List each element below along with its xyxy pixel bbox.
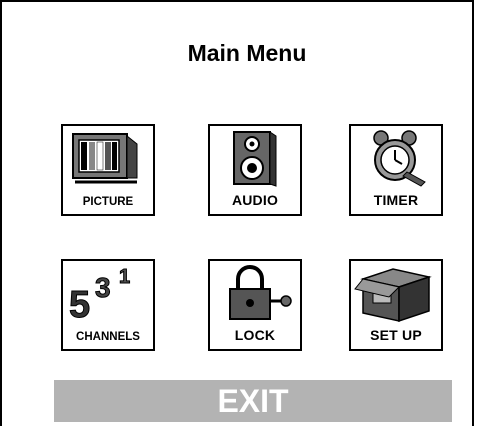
channel-numbers-icon: 5 3 1 [69, 266, 131, 324]
picture-label: PICTURE [82, 196, 134, 208]
page-title: Main Menu [187, 40, 307, 66]
picture-menu-button[interactable]: PICTURE [61, 124, 155, 216]
alarm-clock-icon [373, 130, 426, 187]
channel-numeral-3: 3 [95, 272, 111, 303]
box-icon [354, 268, 432, 323]
channel-numeral-1: 1 [119, 266, 130, 288]
audio-label: AUDIO [231, 192, 279, 208]
exit-button[interactable]: EXIT [54, 380, 452, 422]
audio-menu-button[interactable]: AUDIO [208, 124, 302, 216]
channel-numeral-5: 5 [69, 284, 90, 323]
lock-label: LOCK [234, 327, 276, 343]
setup-label: SET UP [370, 327, 422, 343]
speaker-icon [233, 131, 277, 187]
setup-menu-button[interactable]: SET UP [349, 259, 443, 351]
channels-menu-button[interactable]: 5 3 1 CHANNELS [61, 259, 155, 351]
timer-label: TIMER [373, 192, 419, 208]
lock-menu-button[interactable]: LOCK [208, 259, 302, 351]
timer-menu-button[interactable]: TIMER [349, 124, 443, 216]
tv-icon [72, 133, 138, 184]
padlock-icon [229, 265, 292, 320]
channels-label: CHANNELS [76, 331, 140, 343]
